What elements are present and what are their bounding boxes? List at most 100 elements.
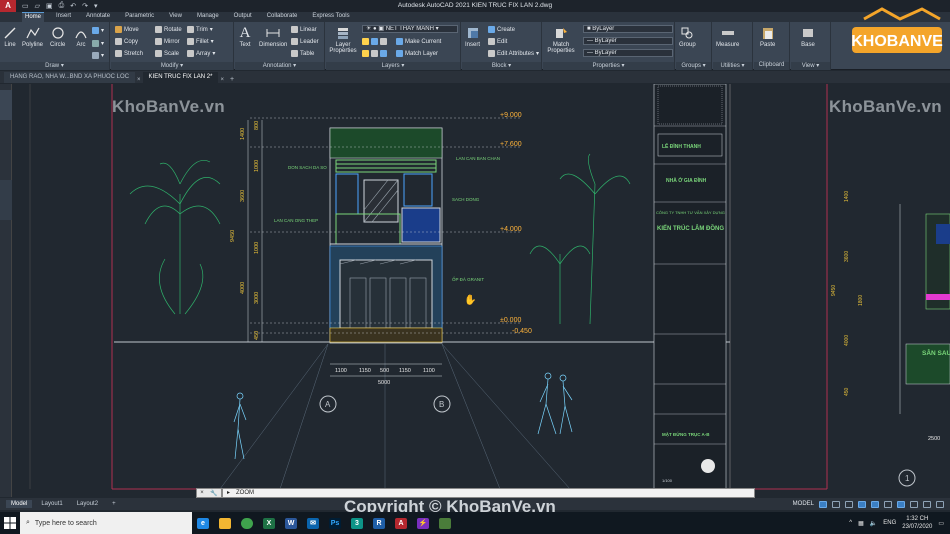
boundary-icon[interactable]: ▾ <box>92 52 104 59</box>
text-button[interactable]: A Text <box>238 26 252 49</box>
excel-app-icon[interactable]: X <box>258 512 280 534</box>
edit-block-button[interactable]: Edit <box>488 38 507 45</box>
tab-manage[interactable]: Manage <box>194 12 222 22</box>
show-hidden-icons[interactable]: ^ <box>849 520 852 526</box>
mirror-button[interactable]: Mirror <box>155 38 180 45</box>
edge-app-icon[interactable]: e <box>192 512 214 534</box>
clipboard-panel-title[interactable]: Clipboard <box>754 62 789 70</box>
doc-tab-hang-rao[interactable]: HANG RAO, NHA W...BND XA PHUOC LOC <box>4 72 136 83</box>
grass-app-icon[interactable] <box>434 512 456 534</box>
layer-properties-button[interactable]: Layer Properties <box>329 26 357 54</box>
rotate-button[interactable]: Rotate <box>155 26 182 33</box>
layer-tools-row1[interactable] <box>362 38 387 45</box>
array-button[interactable]: Array ▾ <box>187 50 215 57</box>
linear-button[interactable]: Linear <box>291 26 317 33</box>
base-view-button[interactable]: Base <box>801 26 815 48</box>
close-tab-icon[interactable]: × <box>137 77 141 83</box>
ortho-icon[interactable] <box>845 500 853 508</box>
taskbar-search-box[interactable]: ⌕ Type here to search <box>20 512 192 534</box>
lineweight-dropdown[interactable]: — ByLayer <box>583 49 673 57</box>
elevation-drawing[interactable]: +9.000 +7.600 +4.000 ±0.000 -0.450 LAN C… <box>0 84 950 497</box>
tab-parametric[interactable]: Parametric <box>122 12 157 22</box>
autocad-app-icon[interactable]: A <box>0 0 16 12</box>
line-button[interactable]: Line <box>3 26 17 48</box>
lineweight-icon[interactable] <box>897 500 905 508</box>
dimension-button[interactable]: Dimension <box>259 26 287 48</box>
close-tab-icon[interactable]: × <box>220 77 224 83</box>
modify-panel-title[interactable]: Modify ▾ <box>111 62 233 70</box>
qat-dropdown-icon[interactable]: ▾ <box>94 2 98 10</box>
customize-status-icon[interactable] <box>936 500 944 508</box>
redo-icon[interactable]: ↷ <box>82 2 88 10</box>
tab-layout1[interactable]: Layout1 <box>36 500 67 508</box>
tool-palette-strip[interactable] <box>0 84 12 497</box>
copy-button[interactable]: Copy <box>115 38 138 45</box>
plot-icon[interactable]: ⎙ <box>59 2 65 10</box>
tab-annotate[interactable]: Annotate <box>83 12 113 22</box>
view-panel-title[interactable]: View ▾ <box>791 62 830 70</box>
autocad-taskbar-icon[interactable]: A <box>390 512 412 534</box>
workspace-gear-icon[interactable] <box>923 500 931 508</box>
save-icon[interactable]: ▣ <box>46 2 53 10</box>
insert-button[interactable]: Insert <box>465 26 480 48</box>
move-button[interactable]: Move <box>115 26 139 33</box>
tab-express-tools[interactable]: Express Tools <box>309 12 352 22</box>
tab-collaborate[interactable]: Collaborate <box>264 12 301 22</box>
chrome-app-icon[interactable] <box>236 512 258 534</box>
tab-view[interactable]: View <box>166 12 185 22</box>
clock[interactable]: 1:32 CH 23/07/2020 <box>902 515 932 531</box>
leader-button[interactable]: Leader <box>291 38 319 45</box>
stretch-button[interactable]: Stretch <box>115 50 143 57</box>
open-file-icon[interactable]: ▱ <box>35 2 40 10</box>
new-file-icon[interactable]: ▭ <box>22 2 29 10</box>
drawing-canvas[interactable]: +9.000 +7.600 +4.000 ±0.000 -0.450 LAN C… <box>0 84 950 497</box>
circle-button[interactable]: Circle <box>50 26 65 48</box>
linetype-dropdown[interactable]: — ByLayer <box>583 37 673 45</box>
annotation-scale-icon[interactable] <box>910 500 918 508</box>
groups-panel-title[interactable]: Groups ▾ <box>676 62 711 70</box>
polyline-button[interactable]: Polyline <box>22 26 43 48</box>
add-layout-icon[interactable]: + <box>107 500 121 508</box>
word-app-icon[interactable]: W <box>280 512 302 534</box>
draw-panel-title[interactable]: Draw ▾ <box>0 62 109 70</box>
properties-panel-title[interactable]: Properties ▾ <box>543 62 674 70</box>
hatch-icon[interactable]: ▾ <box>92 40 104 47</box>
network-icon[interactable]: ▦ <box>858 520 864 527</box>
make-current-button[interactable]: Make Current <box>396 38 441 45</box>
notification-icon[interactable]: ▭ <box>938 520 944 527</box>
trim-button[interactable]: Trim ▾ <box>187 26 213 33</box>
language-indicator[interactable]: ENG <box>883 520 896 526</box>
table-button[interactable]: Table <box>291 50 314 57</box>
outlook-app-icon[interactable]: ✉ <box>302 512 324 534</box>
photoshop-app-icon[interactable]: Ps <box>324 512 346 534</box>
polar-icon[interactable] <box>858 500 866 508</box>
edit-attributes-button[interactable]: Edit Attributes ▾ <box>488 50 539 57</box>
otrack-icon[interactable] <box>884 500 892 508</box>
measure-button[interactable]: Measure <box>716 26 739 48</box>
volume-icon[interactable]: 🔈 <box>870 520 877 527</box>
palette-tab[interactable] <box>0 90 12 120</box>
paste-button[interactable]: Paste <box>760 26 775 48</box>
model-space-toggle[interactable]: MODEL <box>793 501 814 507</box>
scale-button[interactable]: Scale <box>155 50 179 57</box>
tab-insert[interactable]: Insert <box>53 12 74 22</box>
tab-home[interactable]: Home <box>22 12 45 22</box>
snap-icon[interactable] <box>832 500 840 508</box>
customize-icon[interactable]: 🔧 <box>210 490 217 497</box>
tab-model[interactable]: Model <box>6 500 33 508</box>
close-command-icon[interactable]: × <box>200 490 204 496</box>
sketchup-app-icon[interactable]: ⚡ <box>412 512 434 534</box>
undo-icon[interactable]: ↶ <box>70 2 76 10</box>
draw-extra-icons[interactable]: ▾ <box>92 27 104 34</box>
tab-layout2[interactable]: Layout2 <box>72 500 103 508</box>
create-block-button[interactable]: Create <box>488 26 515 33</box>
group-button[interactable]: Group <box>679 26 696 48</box>
osnap-icon[interactable] <box>871 500 879 508</box>
utilities-panel-title[interactable]: Utilities ▾ <box>713 62 752 70</box>
new-tab-icon[interactable]: + <box>226 76 234 83</box>
revit-app-icon[interactable]: R <box>368 512 390 534</box>
match-layer-button[interactable]: Match Layer <box>396 50 438 57</box>
annotation-panel-title[interactable]: Annotation ▾ <box>235 62 324 70</box>
file-explorer-icon[interactable] <box>214 512 236 534</box>
tab-output[interactable]: Output <box>231 12 255 22</box>
